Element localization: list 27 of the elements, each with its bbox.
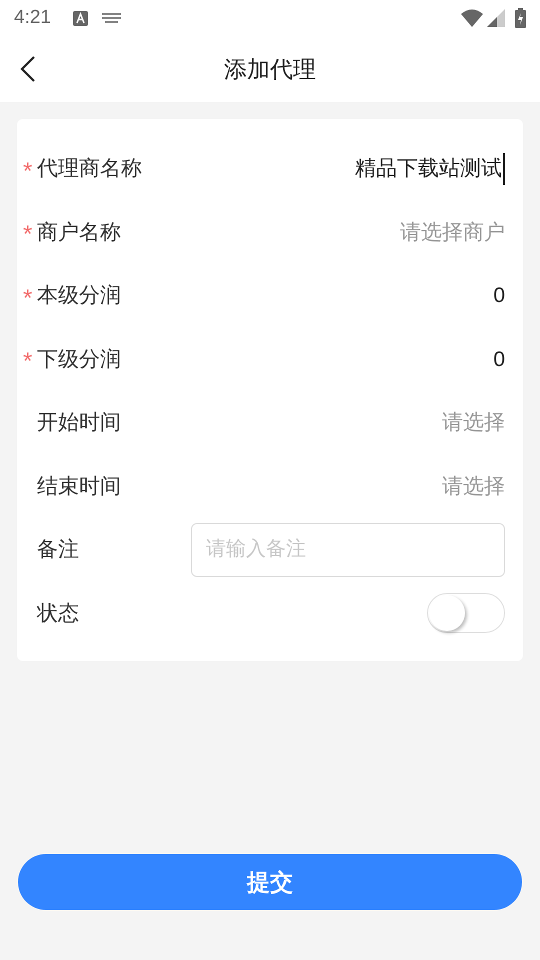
page-title: 添加代理 [224,54,316,84]
field-label: 结束时间 [37,474,121,500]
field-value[interactable]: 0 [493,280,505,312]
wifi-icon [461,9,483,27]
field-label: 开始时间 [37,410,121,436]
field-label: 备注 [37,537,79,563]
required-mark: * [23,286,34,311]
status-time: 4:21 [14,6,51,30]
status-switch[interactable] [427,593,505,634]
field-value[interactable]: 精品下载站测试 [355,153,505,184]
keyboard-icon [102,13,121,23]
select-field[interactable]: 请选择商户 [400,216,505,248]
field-value[interactable]: 0 [493,344,505,375]
field-label: 下级分润 [37,346,121,372]
required-mark: * [23,350,34,374]
field-label: 商户名称 [37,220,121,246]
submit-button[interactable]: 提交 [18,854,522,910]
required-mark: * [23,160,34,184]
field-label: 代理商名称 [37,156,142,182]
select-field[interactable]: 请选择 [442,470,505,502]
required-mark: * [23,223,34,248]
field-label: 状态 [37,600,79,626]
battery-icon [515,8,526,28]
keyboard-letter-icon [72,10,88,26]
field-label: 本级分润 [37,283,121,309]
signal-icon [487,9,505,27]
select-field[interactable]: 请选择 [442,407,505,438]
